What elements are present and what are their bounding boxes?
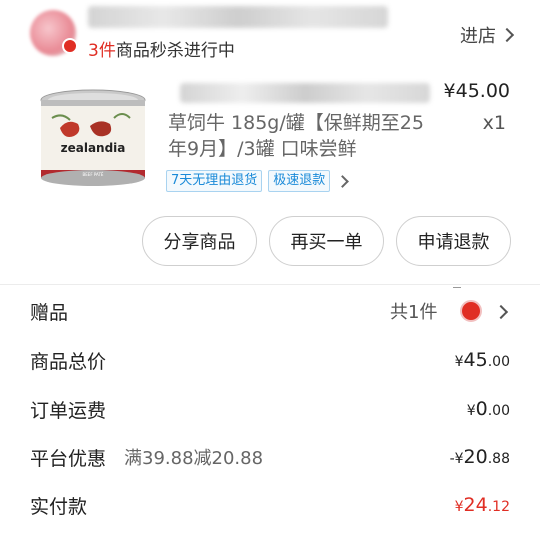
chevron-right-icon <box>499 27 515 43</box>
platform-discount-label: 平台优惠 <box>30 448 107 470</box>
chevron-right-icon[interactable] <box>336 174 350 188</box>
total-price-label: 商品总价 <box>30 351 107 373</box>
request-refund-button[interactable]: 申请退款 <box>396 216 511 266</box>
product-title-redacted[interactable] <box>180 83 430 103</box>
gift-count[interactable]: 共1件 <box>390 298 437 324</box>
amount-decimal: .00 <box>487 354 510 370</box>
gift-item-icon[interactable] <box>460 300 482 322</box>
gift-label: 赠品 <box>30 302 69 324</box>
amount-paid-label: 实付款 <box>30 496 88 518</box>
buy-again-button[interactable]: 再买一单 <box>269 216 384 266</box>
shipping-fee-value: ¥0.00 <box>467 398 510 420</box>
enter-shop-label: 进店 <box>460 26 496 47</box>
chevron-right-icon[interactable] <box>493 304 509 320</box>
enter-shop-button[interactable]: 进店 <box>460 22 515 48</box>
product-image[interactable]: zealandia BEEF PATÉ <box>38 88 148 188</box>
can-subtext: BEEF PATÉ <box>83 172 104 177</box>
tag-fast-refund[interactable]: 极速退款 <box>268 170 331 192</box>
product-price: ¥45.00 <box>443 80 510 102</box>
flash-sale-count: 3件 <box>88 41 116 61</box>
amount-integer: 24 <box>463 494 488 516</box>
currency-symbol: ¥ <box>454 354 464 370</box>
shop-name-redacted[interactable] <box>88 6 388 28</box>
amount-integer: 0 <box>475 398 488 420</box>
flash-sale-notice: 3件商品秒杀进行中 <box>88 36 235 61</box>
amount-integer: 20 <box>463 446 488 468</box>
product-title[interactable]: 草饲牛 185g/罐【保鲜期至25年9月】/3罐 口味尝鲜 <box>168 110 428 162</box>
can-brand-text: zealandia <box>61 141 126 155</box>
amount-integer: 45 <box>463 349 488 371</box>
order-detail-card: 3件商品秒杀进行中 进店 zealandia BEEF PATÉ 草饲牛 185… <box>0 0 540 547</box>
shop-badge-icon <box>62 38 78 54</box>
currency-symbol: ¥ <box>454 499 464 515</box>
share-product-button[interactable]: 分享商品 <box>142 216 257 266</box>
total-price-value: ¥45.00 <box>455 349 510 371</box>
service-tags[interactable]: 7天无理由退货 极速退款 <box>166 170 350 192</box>
platform-discount-value: -¥ 20.88 <box>450 446 510 468</box>
amount-decimal: .12 <box>487 499 510 515</box>
amount-paid-value: ¥24.12 <box>455 494 510 516</box>
divider <box>0 284 540 285</box>
amount-decimal: .88 <box>487 451 510 467</box>
currency-symbol: ¥ <box>466 403 476 419</box>
discount-rule: 满39.88减20.88 <box>124 448 264 469</box>
currency-symbol: -¥ <box>449 451 464 467</box>
gift-mark <box>453 287 461 288</box>
flash-sale-text: 商品秒杀进行中 <box>115 41 235 61</box>
amount-decimal: .00 <box>487 403 510 419</box>
product-quantity: x1 <box>482 112 506 134</box>
shipping-fee-label: 订单运费 <box>30 400 107 422</box>
tag-7-day-return[interactable]: 7天无理由退货 <box>166 170 263 192</box>
